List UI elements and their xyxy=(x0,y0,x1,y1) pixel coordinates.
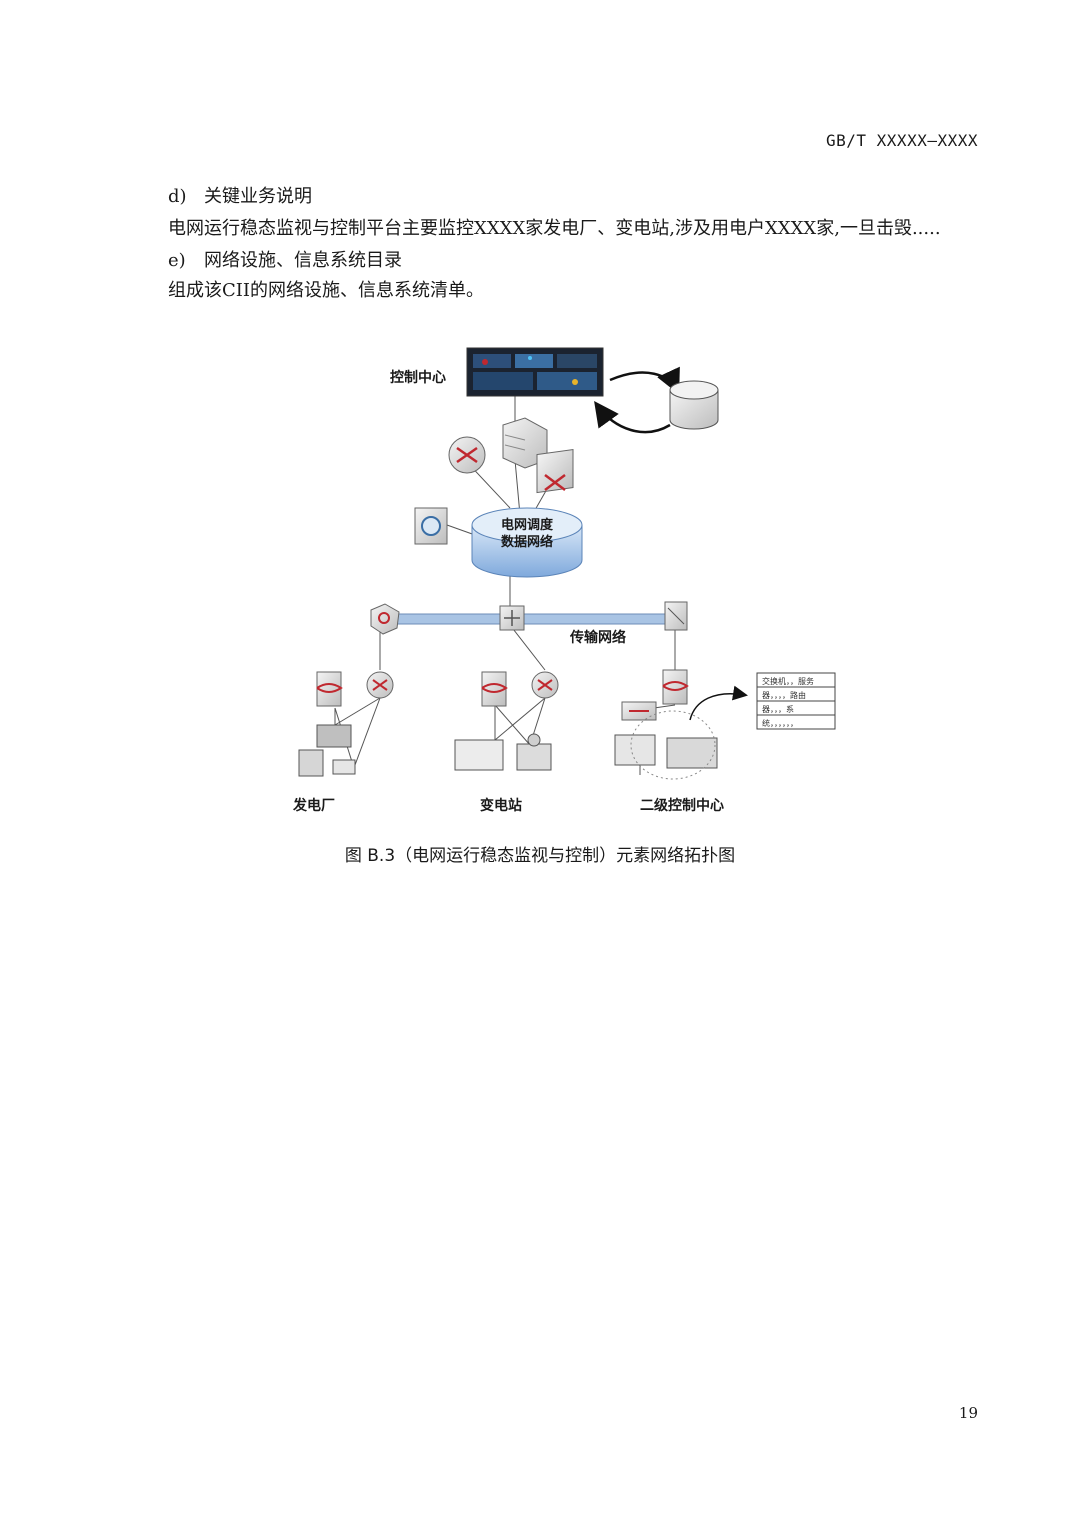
list-row-4: 统，，，，，， xyxy=(762,718,798,728)
list-row-1: 交换机，，服务 xyxy=(762,676,814,686)
list-row-3: 器，，，系 xyxy=(762,704,794,714)
item-e-heading: e) 网络设施、信息系统目录 xyxy=(168,246,402,272)
router-icon xyxy=(448,436,486,474)
item-e-text: 组成该CII的网络设施、信息系统清单。 xyxy=(168,280,484,301)
page-number: 19 xyxy=(958,1404,978,1422)
core-network-label-1: 电网调度 xyxy=(501,517,554,533)
transport-switch-icon xyxy=(499,605,525,631)
secondary-switch-icon xyxy=(621,701,657,721)
plant-server-icon xyxy=(316,671,343,707)
substation-label: 变电站 xyxy=(480,797,522,814)
item-d-marker: d) xyxy=(168,186,187,207)
network-topology-figure: 控制中心 电网调度 数据网络 传输网络 发电厂 变电站 二级控制中心 交换机，，… xyxy=(285,340,845,820)
database-icon xyxy=(669,380,719,430)
core-network-label-2: 数据网络 xyxy=(501,534,553,550)
transport-network-label: 传输网络 xyxy=(569,629,626,646)
secondary-center-label: 二级控制中心 xyxy=(640,797,724,814)
transport-bus xyxy=(379,613,681,625)
firewall-icon xyxy=(370,603,400,635)
plant-router-icon xyxy=(366,671,394,699)
item-d-text: 电网运行稳态监视与控制平台主要监控XXXX家发电厂、变电站,涉及用电户XXXX家… xyxy=(168,218,941,239)
item-d-heading: d) 关键业务说明 xyxy=(168,182,312,208)
item-e-marker: e) xyxy=(168,250,186,271)
list-link-arrow xyxy=(689,685,748,721)
control-center-label: 控制中心 xyxy=(390,369,446,386)
monitor-wall-icon xyxy=(466,347,604,397)
substation-server-icon xyxy=(481,671,508,707)
sync-arrows xyxy=(594,366,680,434)
secondary-server-icon xyxy=(662,669,689,705)
scanner-icon xyxy=(414,507,448,545)
substation-device-icon xyxy=(454,733,552,771)
list-row-2: 器，，，，路由 xyxy=(762,690,806,700)
standard-code: GB/T XXXXX—XXXX xyxy=(826,131,978,150)
plant-device-icon xyxy=(298,724,356,777)
power-plant-label: 发电厂 xyxy=(292,797,335,814)
system-list-box: 交换机，，服务 器，，，，路由 器，，，系 统，，，，，， xyxy=(756,672,836,730)
substation-router-icon xyxy=(531,671,559,699)
item-e-title: 网络设施、信息系统目录 xyxy=(204,250,402,271)
item-d-title: 关键业务说明 xyxy=(204,186,312,207)
switch-icon xyxy=(536,448,574,494)
transport-device-icon xyxy=(664,601,688,631)
workstation-icon xyxy=(614,710,718,780)
figure-caption: 图 B.3（电网运行稳态监视与控制）元素网络拓扑图 xyxy=(344,846,736,866)
